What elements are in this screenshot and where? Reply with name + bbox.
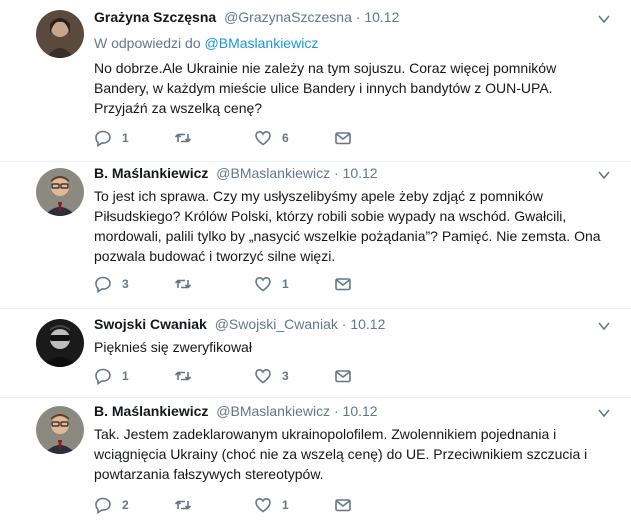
- chevron-down-icon[interactable]: [597, 319, 611, 333]
- separator-dot: ·: [355, 9, 361, 25]
- tweet-header: B. Maślankiewicz @BMaslankiewicz · 10.12: [94, 164, 604, 182]
- timestamp[interactable]: 10.12: [343, 165, 378, 181]
- retweet-button[interactable]: [174, 367, 254, 385]
- retweet-icon: [174, 371, 192, 381]
- tweet-header: Swojski Cwaniak @Swojski_Cwaniak · 10.12: [94, 315, 604, 333]
- display-name[interactable]: B. Maślankiewicz: [94, 165, 208, 181]
- like-count: 3: [282, 369, 289, 383]
- retweet-button[interactable]: [174, 275, 254, 293]
- like-button[interactable]: 6: [254, 129, 334, 147]
- tweet[interactable]: Grażyna Szczęsna @GrazynaSzczesna · 10.1…: [0, 0, 631, 161]
- tweet-text: To jest ich sprawa. Czy my usłyszelibyśm…: [94, 188, 601, 264]
- reply-icon: [95, 276, 111, 293]
- envelope-icon: [335, 499, 351, 512]
- heart-icon: [255, 497, 271, 513]
- retweet-icon: [174, 500, 192, 510]
- tweet-text: Tak. Jestem zadeklarowanym ukrainopolofi…: [94, 426, 588, 482]
- reply-button[interactable]: 2: [94, 496, 174, 514]
- retweet-icon: [174, 133, 192, 143]
- reply-count: 1: [122, 131, 129, 145]
- reply-button[interactable]: 1: [94, 367, 174, 385]
- avatar[interactable]: [36, 168, 84, 216]
- like-count: 1: [282, 498, 289, 512]
- tweet-header: B. Maślankiewicz @BMaslankiewicz · 10.12: [94, 402, 604, 420]
- display-name[interactable]: Grażyna Szczęsna: [94, 9, 216, 25]
- like-button[interactable]: 3: [254, 367, 334, 385]
- reply-context: W odpowiedzi do @BMaslankiewicz: [94, 34, 604, 52]
- separator-dot: ·: [333, 403, 339, 419]
- display-name[interactable]: B. Maślankiewicz: [94, 403, 208, 419]
- dm-button[interactable]: [334, 129, 414, 147]
- tweet[interactable]: Swojski Cwaniak @Swojski_Cwaniak · 10.12…: [0, 309, 631, 397]
- timestamp[interactable]: 10.12: [350, 316, 385, 332]
- reply-prefix: W odpowiedzi do: [94, 35, 201, 51]
- reply-mention-link[interactable]: @BMaslankiewicz: [205, 35, 319, 51]
- retweet-button[interactable]: [174, 496, 254, 514]
- timestamp[interactable]: 10.12: [364, 9, 399, 25]
- tweet[interactable]: B. Maślankiewicz @BMaslankiewicz · 10.12…: [0, 162, 631, 308]
- like-button[interactable]: 1: [254, 496, 334, 514]
- reply-icon: [95, 368, 111, 385]
- envelope-icon: [335, 278, 351, 291]
- user-handle[interactable]: @BMaslankiewicz: [216, 403, 330, 419]
- avatar[interactable]: [36, 406, 84, 454]
- envelope-icon: [335, 370, 351, 383]
- dm-button[interactable]: [334, 275, 414, 293]
- dm-button[interactable]: [334, 496, 414, 514]
- user-handle[interactable]: @GrazynaSzczesna: [224, 9, 352, 25]
- separator-dot: ·: [333, 165, 339, 181]
- reply-icon: [95, 130, 111, 147]
- tweet-text: Pięknieś się zweryfikował: [94, 339, 252, 355]
- user-handle[interactable]: @BMaslankiewicz: [216, 165, 330, 181]
- tweet-actions: 2 1: [94, 496, 414, 514]
- like-count: 6: [282, 131, 289, 145]
- heart-icon: [255, 276, 271, 292]
- like-count: 1: [282, 277, 289, 291]
- reply-count: 3: [122, 277, 129, 291]
- dm-button[interactable]: [334, 367, 414, 385]
- reply-button[interactable]: 1: [94, 129, 174, 147]
- heart-icon: [255, 368, 271, 384]
- tweet-actions: 3 1: [94, 275, 414, 293]
- tweet-actions: 1 3: [94, 367, 414, 385]
- chevron-down-icon[interactable]: [597, 12, 611, 26]
- tweet[interactable]: B. Maślankiewicz @BMaslankiewicz · 10.12…: [0, 398, 631, 525]
- reply-count: 2: [122, 498, 129, 512]
- timestamp[interactable]: 10.12: [343, 403, 378, 419]
- display-name[interactable]: Swojski Cwaniak: [94, 316, 207, 332]
- envelope-icon: [335, 132, 351, 145]
- retweet-button[interactable]: [174, 129, 254, 147]
- avatar[interactable]: [36, 319, 84, 367]
- like-button[interactable]: 1: [254, 275, 334, 293]
- tweet-text: No dobrze.Ale Ukrainie nie zależy na tym…: [94, 60, 557, 116]
- reply-button[interactable]: 3: [94, 275, 174, 293]
- separator-dot: ·: [341, 316, 347, 332]
- heart-icon: [255, 130, 271, 146]
- avatar[interactable]: [36, 10, 84, 58]
- chevron-down-icon[interactable]: [597, 406, 611, 420]
- retweet-icon: [174, 279, 192, 289]
- chevron-down-icon[interactable]: [597, 168, 611, 182]
- tweet-actions: 1 6: [94, 129, 414, 147]
- tweet-header: Grażyna Szczęsna @GrazynaSzczesna · 10.1…: [94, 8, 604, 26]
- reply-icon: [95, 497, 111, 514]
- reply-count: 1: [122, 369, 129, 383]
- user-handle[interactable]: @Swojski_Cwaniak: [215, 316, 338, 332]
